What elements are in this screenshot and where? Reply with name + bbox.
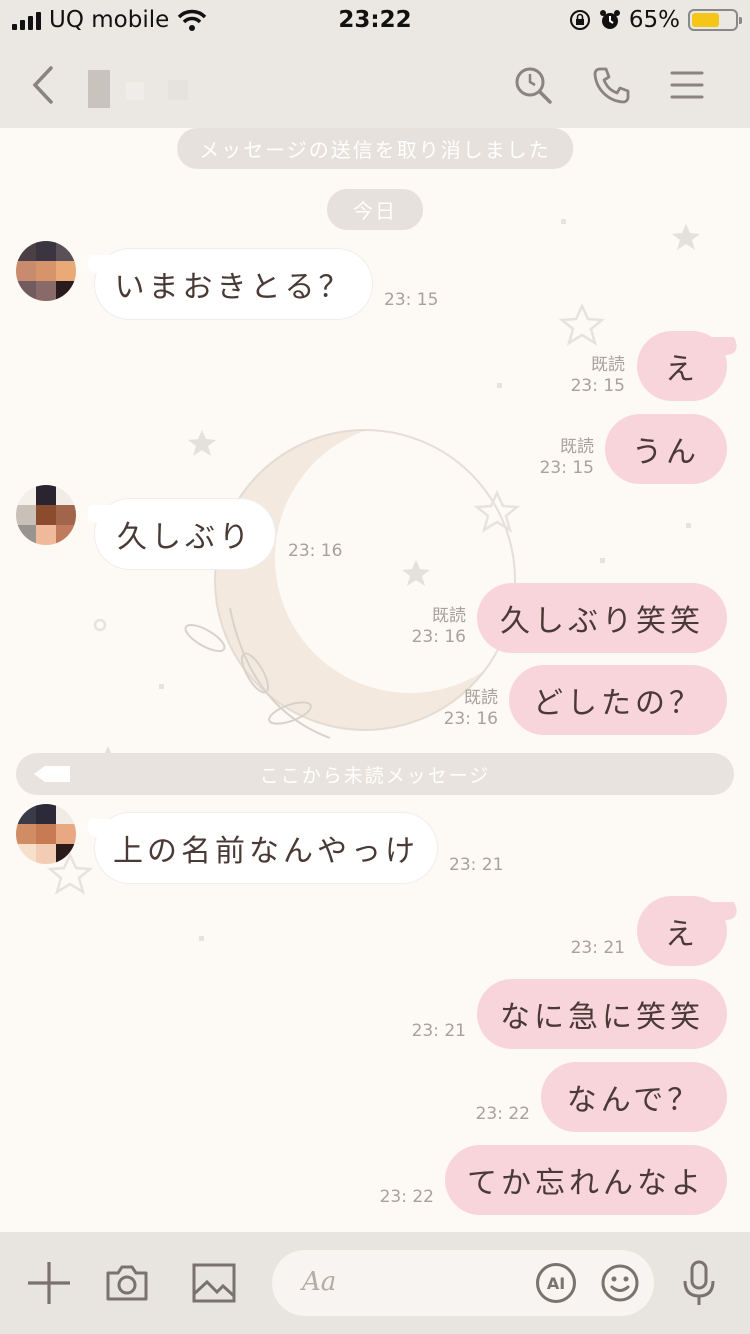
add-button[interactable] <box>24 1258 74 1308</box>
message-text: え <box>665 917 699 952</box>
input-bar: Aa AI <box>0 1232 750 1334</box>
search-icon <box>515 67 552 104</box>
alarm-icon <box>599 10 620 29</box>
message-text: てか忘れんなよ <box>467 1166 705 1201</box>
incoming-message[interactable]: 久しぶり <box>95 499 275 569</box>
message-text: なんで？ <box>566 1083 702 1118</box>
avatar[interactable] <box>16 485 76 545</box>
ai-label: AI <box>546 1273 566 1293</box>
unread-divider-label: ここから未読メッセージ <box>259 764 491 787</box>
message-text: 上の名前なんやっけ <box>113 834 419 869</box>
read-receipt: 既読 <box>432 606 466 626</box>
message-input[interactable]: Aa AI <box>272 1250 654 1316</box>
back-button[interactable] <box>20 62 66 108</box>
rotation-lock-icon <box>569 10 590 30</box>
smiley-icon <box>601 1264 639 1302</box>
message-time: 23: 15 <box>384 290 439 310</box>
outgoing-message[interactable]: え <box>637 896 727 966</box>
plus-icon <box>28 1262 70 1304</box>
unread-divider: ここから未読メッセージ <box>16 753 734 795</box>
outgoing-message[interactable]: てか忘れんなよ <box>445 1145 727 1215</box>
menu-button[interactable] <box>664 62 710 108</box>
message-input-placeholder: Aa <box>302 1267 337 1297</box>
message-time: 23: 21 <box>411 1021 466 1041</box>
battery-percent: 65% <box>628 7 680 33</box>
chevron-left-icon <box>32 66 53 104</box>
message-meta: 既読 23: 15 <box>571 355 625 397</box>
read-receipt: 既読 <box>591 355 625 375</box>
message-time: 23: 15 <box>570 376 625 396</box>
date-label: 今日 <box>327 189 423 230</box>
message-meta: 既読 23: 16 <box>412 606 466 648</box>
incoming-message[interactable]: 上の名前なんやっけ <box>95 813 437 883</box>
outgoing-message[interactable]: なに急に笑笑 <box>477 979 727 1049</box>
system-message: メッセージの送信を取り消しました <box>177 128 573 169</box>
tag-icon <box>34 766 70 782</box>
read-receipt: 既読 <box>464 688 498 708</box>
message-text: 久しぶり <box>117 520 253 555</box>
read-receipt: 既読 <box>560 437 594 457</box>
message-time: 23: 22 <box>475 1104 530 1124</box>
camera-icon <box>106 1265 148 1301</box>
message-text: 久しぶり笑笑 <box>500 604 704 639</box>
message-meta: 既読 23: 16 <box>444 688 498 730</box>
emoji-button[interactable] <box>600 1263 640 1303</box>
image-button[interactable] <box>189 1258 239 1308</box>
outgoing-message[interactable]: 久しぶり笑笑 <box>477 583 727 653</box>
message-time: 23: 15 <box>539 458 594 478</box>
message-text: いまおきとる？ <box>114 270 353 305</box>
contact-name-redacted <box>88 66 198 108</box>
menu-icon <box>670 71 704 99</box>
message-time: 23: 16 <box>443 709 498 729</box>
message-time: 23: 16 <box>411 627 466 647</box>
message-text: なに急に笑笑 <box>500 1000 704 1035</box>
battery-icon <box>688 9 742 31</box>
voice-button[interactable] <box>674 1258 724 1308</box>
message-time: 23: 22 <box>379 1187 434 1207</box>
phone-icon <box>593 67 630 104</box>
status-bar: UQ mobile 23:22 65% <box>0 0 750 42</box>
outgoing-message[interactable]: どしたの？ <box>509 665 727 735</box>
message-text: え <box>665 352 699 387</box>
outgoing-message[interactable]: え <box>637 331 727 401</box>
chat-area[interactable]: メッセージの送信を取り消しました 今日 いまおきとる？ 23: 15 既読 23:… <box>0 128 750 1232</box>
outgoing-message[interactable]: うん <box>605 414 727 484</box>
message-time: 23: 21 <box>449 855 504 875</box>
avatar[interactable] <box>16 241 76 301</box>
ai-button[interactable]: AI <box>536 1263 576 1303</box>
avatar[interactable] <box>16 804 76 864</box>
message-time: 23: 21 <box>570 938 625 958</box>
message-meta: 既読 23: 15 <box>540 437 594 479</box>
message-text: うん <box>632 435 700 470</box>
message-time: 23: 16 <box>288 541 343 561</box>
incoming-message[interactable]: いまおきとる？ <box>95 249 372 319</box>
camera-button[interactable] <box>102 1258 152 1308</box>
microphone-icon <box>683 1260 715 1305</box>
outgoing-message[interactable]: なんで？ <box>541 1062 727 1132</box>
search-button[interactable] <box>510 62 556 108</box>
image-icon <box>192 1263 236 1303</box>
message-text: どしたの？ <box>533 686 703 721</box>
call-button[interactable] <box>588 62 634 108</box>
